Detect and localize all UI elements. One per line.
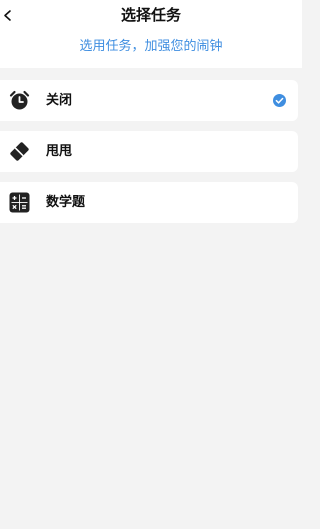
task-label-shake: 甩甩 bbox=[46, 144, 73, 159]
task-item-shake[interactable]: 甩甩 bbox=[0, 131, 298, 172]
shake-phone-icon bbox=[9, 141, 30, 162]
task-item-close[interactable]: 关闭 bbox=[0, 80, 298, 121]
alarm-clock-icon bbox=[9, 90, 30, 111]
page-title: 选择任务 bbox=[120, 6, 181, 24]
header: 选择任务 选用任务，加强您的闹钟 bbox=[0, 0, 302, 68]
task-label-math: 数学题 bbox=[46, 195, 86, 210]
task-label-close: 关闭 bbox=[46, 93, 73, 108]
task-item-math[interactable]: 数学题 bbox=[0, 182, 298, 223]
calculator-icon bbox=[9, 192, 30, 213]
page-subtitle: 选用任务，加强您的闹钟 bbox=[79, 39, 223, 54]
check-circle-icon bbox=[273, 94, 286, 107]
